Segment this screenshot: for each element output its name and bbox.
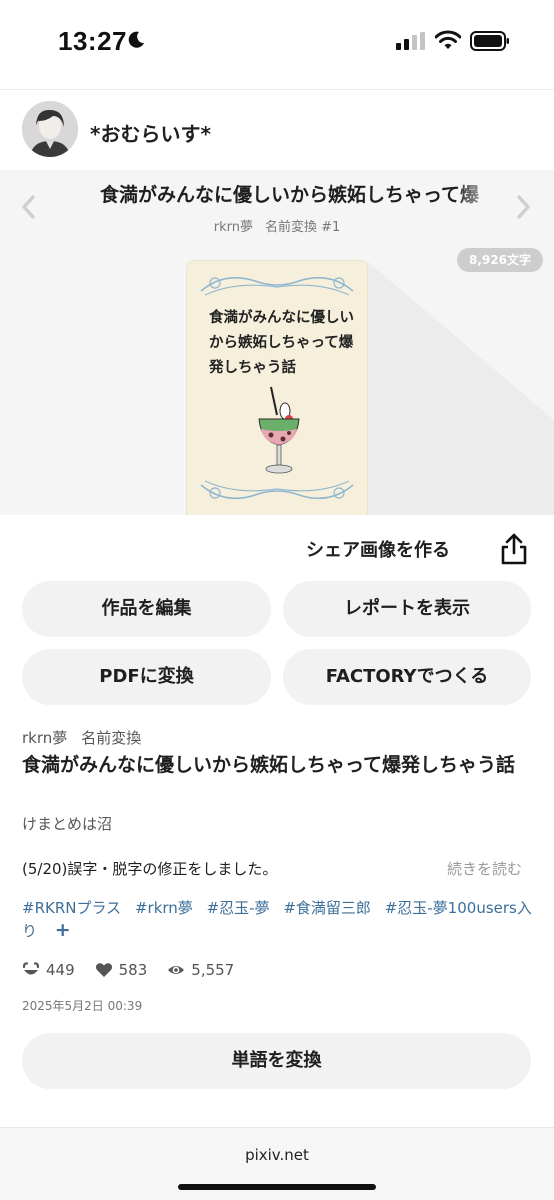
like-stat: 449	[22, 961, 75, 979]
description-text: (5/20)誤字・脱字の修正をしました。	[22, 860, 278, 878]
avatar[interactable]	[22, 101, 78, 157]
share-icon[interactable]	[499, 532, 529, 566]
meta-series-line: rkrn夢 名前変換	[22, 727, 155, 748]
series-name[interactable]: rkrn夢	[214, 220, 253, 235]
add-tag-button[interactable]: +	[55, 919, 71, 941]
share-image-button[interactable]: シェア画像を作る	[306, 536, 450, 562]
chevron-right-icon[interactable]	[516, 194, 532, 220]
series-sub[interactable]: 名前変換 #1	[265, 220, 340, 235]
like-count: 449	[46, 961, 75, 979]
heart-icon	[95, 963, 112, 977]
browser-url-bar[interactable]: pixiv.net	[0, 1127, 554, 1200]
moon-icon	[128, 31, 144, 48]
url-text[interactable]: pixiv.net	[0, 1146, 554, 1164]
convert-words-button[interactable]: 単語を変換	[22, 1033, 531, 1089]
meta-series-sub[interactable]: 名前変換	[81, 729, 141, 747]
tag-link[interactable]: #rkrn夢	[135, 899, 193, 917]
cover-area: 食満がみんなに優しいから嫉妬しちゃって爆 rkrn夢 名前変換 #1 8,926文…	[0, 170, 554, 515]
tag-link[interactable]: #RKRNプラス	[22, 899, 121, 917]
tag-list: #RKRNプラス #rkrn夢 #忍玉-夢 #食満留三郎 #忍玉-夢100use…	[22, 897, 537, 942]
flourish-ornament-icon	[200, 480, 354, 500]
cover-image[interactable]: 食満がみんなに優しいから嫉妬しちゃって爆発しちゃう話	[187, 261, 367, 515]
status-bar: 13:27	[0, 0, 554, 90]
eye-icon	[168, 966, 185, 974]
cover-title-text: 食満がみんなに優しいから嫉妬しちゃって爆発しちゃう話	[209, 309, 354, 376]
series-line[interactable]: rkrn夢 名前変換 #1	[0, 216, 554, 235]
bookmark-stat: 583	[95, 961, 148, 979]
tag-link[interactable]: #食満留三郎	[283, 899, 371, 917]
edit-work-button[interactable]: 作品を編集	[22, 581, 271, 637]
meta-series-link[interactable]: rkrn夢	[22, 729, 67, 747]
wifi-icon	[435, 30, 461, 49]
view-count: 5,557	[191, 961, 235, 979]
convert-pdf-button[interactable]: PDFに変換	[22, 649, 271, 705]
show-report-button[interactable]: レポートを表示	[283, 581, 531, 637]
read-more-link[interactable]: 続きを読む	[447, 858, 522, 879]
home-indicator[interactable]	[178, 1184, 376, 1190]
chevron-left-icon[interactable]	[20, 194, 36, 220]
author-row[interactable]: *おむらいす*	[0, 91, 554, 171]
post-date: 2025年5月2日 00:39	[22, 999, 143, 1013]
tag-link[interactable]: #忍玉-夢	[207, 899, 270, 917]
flourish-ornament-icon	[200, 276, 354, 296]
work-caption: けまとめは沼	[22, 815, 113, 833]
factory-button[interactable]: FACTORYでつくる	[283, 649, 531, 705]
novel-title: 食満がみんなに優しいから嫉妬しちゃって爆	[100, 184, 480, 206]
parfait-illustration-icon	[258, 386, 300, 474]
bookmark-count: 583	[118, 961, 148, 979]
work-title: 食満がみんなに優しいから嫉妬しちゃって爆発しちゃう話	[22, 754, 516, 776]
char-count-badge: 8,926文字	[457, 248, 543, 272]
smile-icon	[22, 962, 40, 975]
signal-icon	[396, 32, 425, 50]
stats-row: 449 583 5,557	[22, 959, 254, 981]
battery-icon	[470, 31, 509, 51]
status-time: 13:27	[58, 26, 127, 56]
title-fade	[455, 176, 500, 210]
author-name[interactable]: *おむらいす*	[90, 118, 211, 147]
view-stat: 5,557	[167, 961, 234, 979]
